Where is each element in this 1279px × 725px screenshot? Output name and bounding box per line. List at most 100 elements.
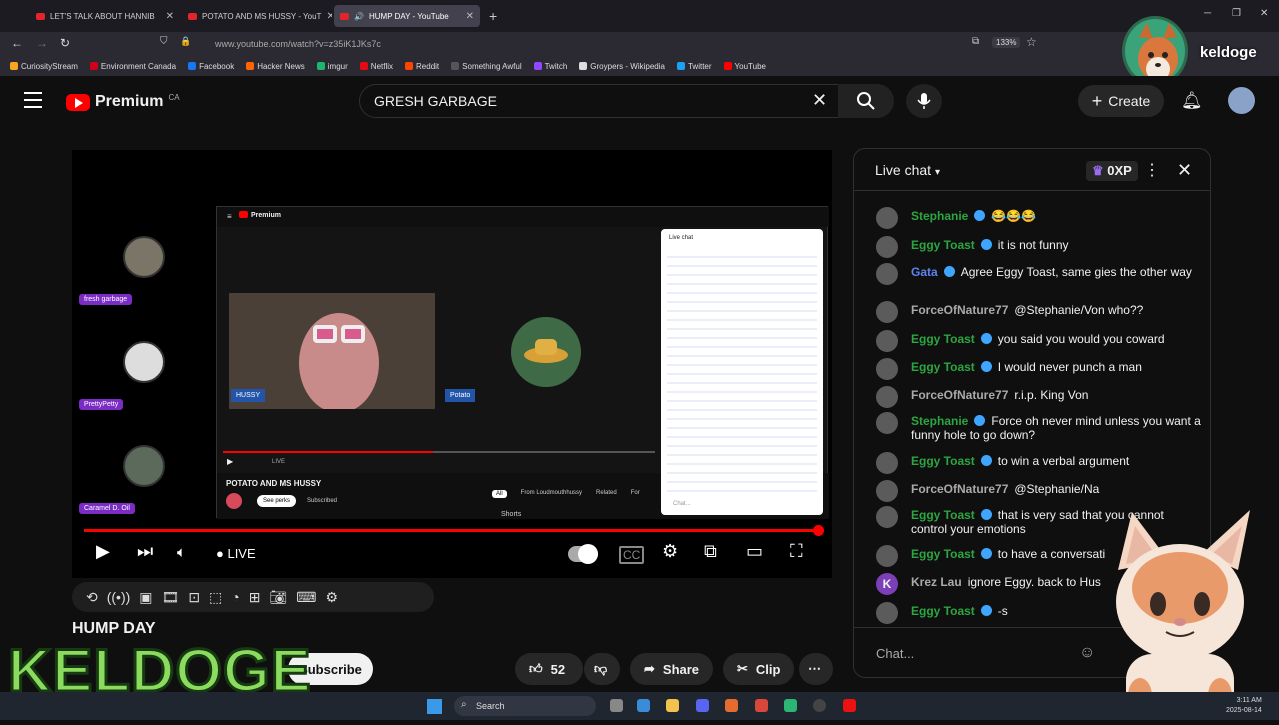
chat-author-avatar[interactable] — [876, 506, 898, 528]
captions-icon[interactable]: CC — [619, 546, 645, 564]
chat-author-avatar[interactable] — [876, 412, 898, 434]
browser-tab-active[interactable]: 🔊 HUMP DAY - YouTube ✕ — [334, 5, 480, 27]
chat-author[interactable]: Eggy Toast — [911, 508, 975, 522]
autoplay-toggle[interactable] — [568, 544, 598, 564]
windows-start-icon[interactable] — [427, 699, 442, 714]
chat-author-avatar[interactable] — [876, 545, 898, 567]
share-button[interactable]: ➦ Share — [630, 653, 714, 685]
chat-author[interactable]: Eggy Toast — [911, 604, 975, 618]
chat-author[interactable]: Eggy Toast — [911, 360, 975, 374]
voice-search-button[interactable] — [906, 84, 942, 118]
chat-author-avatar[interactable] — [876, 358, 898, 380]
chat-author-avatar[interactable] — [876, 207, 898, 229]
volume-icon[interactable]: 🔈︎ — [177, 544, 186, 561]
bookmark-item[interactable]: Facebook — [188, 62, 234, 71]
lock-icon[interactable]: 🔒 — [180, 36, 191, 47]
bookmark-star-icon[interactable]: ☆ — [1026, 35, 1037, 49]
chat-author[interactable]: Stephanie — [911, 209, 968, 223]
zoom-level[interactable]: 133% — [992, 37, 1021, 48]
dislike-button[interactable]: 👎︎ — [584, 653, 620, 685]
xp-badge[interactable]: ♛ 0XP — [1086, 161, 1138, 181]
speed-icon[interactable]: ◔ — [231, 589, 239, 605]
settings-gear-icon[interactable]: ⚙ — [662, 541, 678, 562]
bookmark-item[interactable]: Groypers - Wikipedia — [579, 62, 665, 71]
chat-author[interactable]: ForceOfNature77 — [911, 482, 1008, 496]
chat-author-avatar[interactable] — [876, 386, 898, 408]
camera-icon[interactable]: 📷︎ — [269, 589, 287, 606]
bookmark-item[interactable]: YouTube — [723, 62, 766, 71]
chat-author[interactable]: Eggy Toast — [911, 454, 975, 468]
miniplayer-icon[interactable]: ⧉ — [704, 541, 717, 562]
extension-settings-icon[interactable]: ⚙ — [325, 589, 338, 606]
app-icon[interactable] — [755, 699, 768, 712]
clip-button[interactable]: ✂ Clip — [723, 653, 795, 685]
fullscreen-icon[interactable]: ⛶ — [790, 541, 803, 562]
notifications-bell-icon[interactable]: 🔔︎ — [1181, 91, 1203, 111]
bookmark-item[interactable]: Something Awful — [451, 62, 522, 71]
close-chat-icon[interactable]: ✕ — [1177, 160, 1192, 181]
keyboard-icon[interactable]: ⌨ — [296, 589, 316, 606]
chat-author-avatar[interactable] — [876, 263, 898, 285]
chat-author[interactable]: Eggy Toast — [911, 547, 975, 561]
chat-author-avatar[interactable] — [876, 602, 898, 624]
file-explorer-icon[interactable] — [666, 699, 679, 712]
shield-icon[interactable]: ⛉ — [160, 36, 168, 47]
audio-icon[interactable]: 🔊 — [354, 12, 364, 21]
bookmark-item[interactable]: CuriosityStream — [10, 62, 78, 71]
chat-author-avatar[interactable] — [876, 236, 898, 258]
live-indicator[interactable]: ● LIVE — [216, 546, 256, 561]
bookmark-item[interactable]: Netflix — [359, 62, 393, 71]
like-button[interactable]: 👍︎ 52 — [515, 653, 583, 685]
clapper-icon[interactable]: 🎞︎ — [162, 589, 180, 606]
cinema-icon[interactable]: ▣ — [139, 589, 152, 606]
chat-author[interactable]: Gata — [911, 265, 938, 279]
create-button[interactable]: + Create — [1078, 85, 1164, 117]
firefox-icon[interactable] — [725, 699, 738, 712]
youtube-logo[interactable]: Premium CA — [66, 93, 180, 111]
chat-author[interactable]: Eggy Toast — [911, 332, 975, 346]
close-tab-icon[interactable]: ✕ — [166, 11, 174, 22]
media-player-icon[interactable] — [813, 699, 826, 712]
new-tab-icon[interactable]: + — [489, 8, 497, 24]
bookmark-item[interactable]: Twitter — [676, 62, 712, 71]
theater-mode-icon[interactable]: ▭ — [746, 541, 763, 562]
selection-icon[interactable]: ⬚ — [209, 589, 222, 606]
live-chat-title[interactable]: Live chat ▾ — [875, 162, 940, 178]
taskbar-search[interactable]: ⌕ Search — [454, 696, 596, 716]
picture-in-picture-icon[interactable]: ⧉ — [972, 36, 979, 47]
chat-author[interactable]: ForceOfNature77 — [911, 303, 1008, 317]
clear-search-icon[interactable]: ✕ — [812, 90, 827, 111]
chat-author-avatar[interactable] — [876, 452, 898, 474]
back-icon[interactable]: ← — [11, 36, 23, 50]
copilot-icon[interactable] — [637, 699, 650, 712]
reload-icon[interactable]: ↻ — [60, 36, 70, 50]
chat-author[interactable]: Krez Lau — [911, 575, 962, 589]
maximize-icon[interactable]: ❐ — [1232, 8, 1241, 19]
chat-author-avatar[interactable]: K — [876, 573, 898, 595]
bookmark-item[interactable]: imgur — [316, 62, 348, 71]
bookmark-item[interactable]: Twitch — [533, 62, 567, 71]
search-input[interactable]: GRESH GARBAGE ✕ — [359, 84, 839, 118]
chat-author[interactable]: ForceOfNature77 — [911, 388, 1008, 402]
next-icon[interactable]: ⏭ — [137, 541, 153, 562]
close-tab-icon[interactable]: ✕ — [326, 11, 332, 22]
loop-icon[interactable]: ⟲ — [86, 589, 98, 606]
chat-author-avatar[interactable] — [876, 330, 898, 352]
youtube-app-icon[interactable] — [843, 699, 856, 712]
chat-author[interactable]: Eggy Toast — [911, 238, 975, 252]
discord-icon[interactable] — [696, 699, 709, 712]
chat-author-avatar[interactable] — [876, 301, 898, 323]
system-clock[interactable]: 3:11 AM 2025-08-14 — [1226, 696, 1262, 716]
bookmark-item[interactable]: Reddit — [405, 62, 439, 71]
forward-icon[interactable]: → — [36, 36, 48, 50]
account-avatar[interactable] — [1228, 87, 1255, 114]
chat-author-avatar[interactable] — [876, 480, 898, 502]
more-actions-button[interactable]: ⋯ — [799, 653, 833, 685]
menu-icon[interactable] — [24, 92, 42, 108]
play-icon[interactable]: ▶ — [96, 541, 110, 562]
broadcast-icon[interactable]: ((•)) — [107, 589, 131, 605]
app-icon[interactable] — [784, 699, 797, 712]
bookmark-item[interactable]: Environment Canada — [89, 62, 176, 71]
browser-tab[interactable]: LET'S TALK ABOUT HANNIB ✕ — [30, 5, 180, 27]
more-vert-icon[interactable]: ⋮ — [1144, 160, 1160, 180]
